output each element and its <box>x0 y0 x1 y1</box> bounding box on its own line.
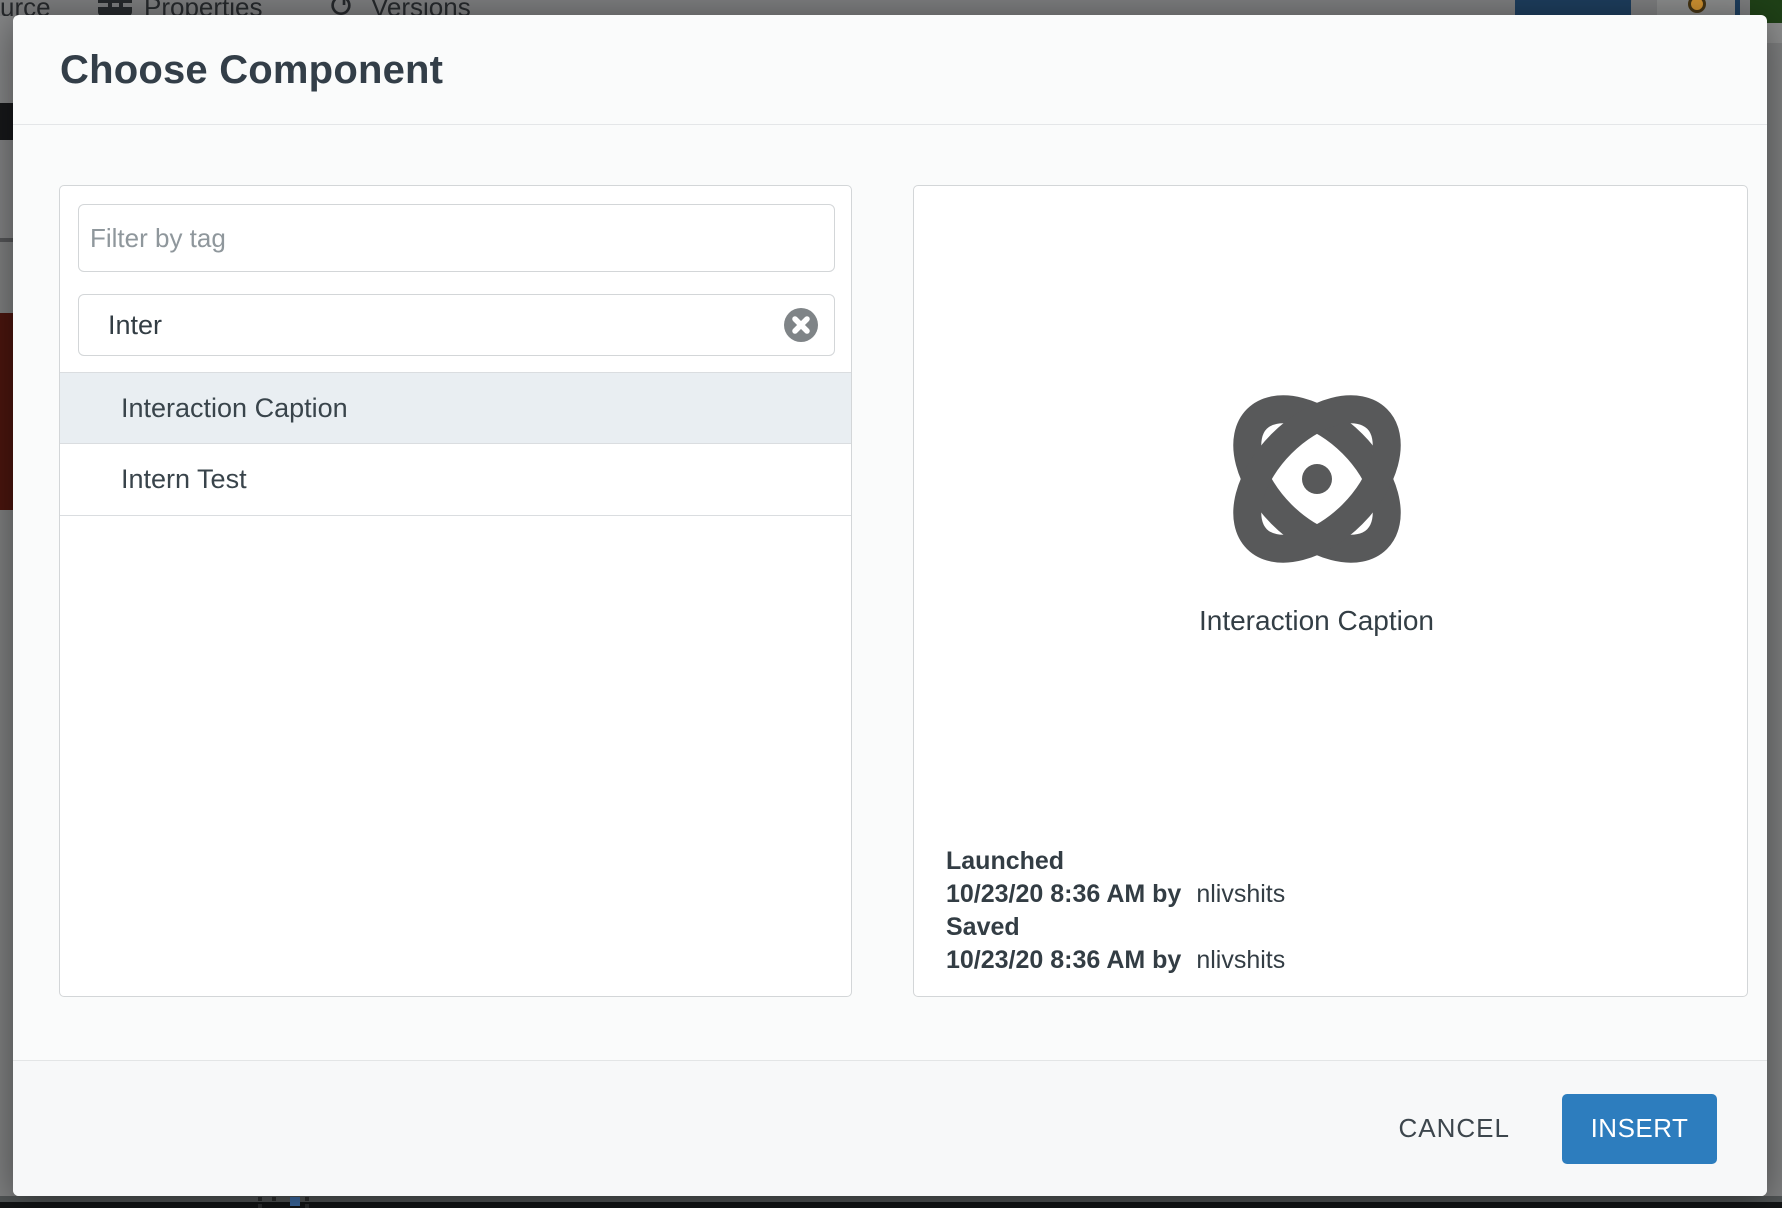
saved-label: Saved <box>946 911 1285 944</box>
background-blue-element <box>290 1197 300 1206</box>
background-left-strip <box>0 16 13 103</box>
background-primary-button <box>1515 0 1631 16</box>
atom-icon <box>1217 379 1417 579</box>
saved-date: 10/23/20 8:36 AM by <box>946 946 1181 974</box>
toolbox-icon <box>96 0 134 16</box>
launched-line: 10/23/20 8:36 AM by nlivshits <box>946 878 1285 911</box>
component-search-input[interactable] <box>78 294 835 356</box>
component-list: Interaction Caption Intern Test <box>60 372 851 516</box>
component-preview-panel: Interaction Caption Launched 10/23/20 8:… <box>913 185 1748 997</box>
list-item-label: Interaction Caption <box>121 393 348 423</box>
component-list-panel: Interaction Caption Intern Test <box>59 185 852 997</box>
launched-label: Launched <box>946 845 1285 878</box>
list-item-interaction-caption[interactable]: Interaction Caption <box>60 372 851 444</box>
background-divider <box>1735 0 1740 16</box>
clear-search-button[interactable] <box>784 308 818 342</box>
background-maroon-block <box>0 313 13 510</box>
insert-button[interactable]: INSERT <box>1562 1094 1717 1164</box>
tag-filter-input[interactable] <box>78 204 835 272</box>
background-bottom-bar <box>0 1202 1782 1208</box>
choose-component-dialog: Choose Component Interaction Caption Int… <box>13 15 1767 1196</box>
background-dot <box>305 1197 309 1201</box>
circle-x-icon <box>784 308 818 342</box>
background-dot <box>305 1204 309 1208</box>
dialog-title: Choose Component <box>60 48 443 93</box>
list-item-label: Intern Test <box>121 464 247 494</box>
tab-versions[interactable]: Versions <box>371 0 471 16</box>
filter-section <box>60 186 851 373</box>
background-dot <box>258 1197 262 1201</box>
preview-component-name: Interaction Caption <box>914 605 1719 637</box>
launched-date: 10/23/20 8:36 AM by <box>946 880 1181 908</box>
dialog-footer: CANCEL INSERT <box>13 1060 1767 1196</box>
tab-source[interactable]: urce <box>0 0 51 16</box>
saved-user: nlivshits <box>1196 946 1285 974</box>
preview-content: Interaction Caption <box>914 379 1719 637</box>
cancel-button[interactable]: CANCEL <box>1395 1103 1514 1154</box>
launched-user: nlivshits <box>1196 880 1285 908</box>
background-left-strip <box>0 140 13 238</box>
dialog-header: Choose Component <box>13 15 1767 125</box>
list-item-intern-test[interactable]: Intern Test <box>60 444 851 516</box>
background-bracket-glyph <box>0 103 13 140</box>
background-toolbar: urce Properties ↺ Versions <box>0 0 1782 16</box>
saved-line: 10/23/20 8:36 AM by nlivshits <box>946 944 1285 977</box>
preview-metadata: Launched 10/23/20 8:36 AM by nlivshits Sa… <box>946 845 1285 977</box>
background-right-strip <box>1767 23 1782 43</box>
background-divider <box>0 238 13 242</box>
tab-properties[interactable]: Properties <box>144 0 263 16</box>
history-icon: ↺ <box>328 0 355 16</box>
background-dot <box>272 1197 276 1201</box>
background-dot <box>258 1204 262 1208</box>
